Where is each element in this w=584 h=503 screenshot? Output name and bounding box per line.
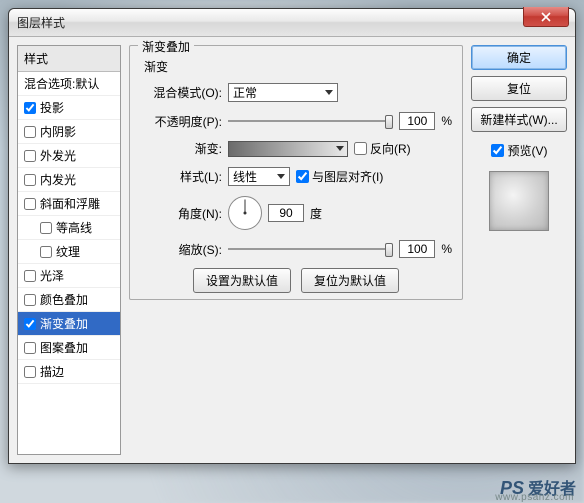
style-checkbox[interactable] [24,150,36,162]
ok-button[interactable]: 确定 [471,45,567,70]
style-item-label: 投影 [40,99,64,116]
style-checkbox[interactable] [24,342,36,354]
style-item-label: 外发光 [40,147,76,164]
style-dropdown[interactable]: 线性 [228,167,290,186]
style-checkbox[interactable] [24,294,36,306]
style-item[interactable]: 颜色叠加 [18,288,120,312]
chevron-down-icon [336,146,344,151]
scale-label: 缩放(S): [140,241,222,258]
align-checkbox[interactable] [296,170,309,183]
angle-label: 角度(N): [140,205,222,222]
reverse-checkbox-label[interactable]: 反向(R) [354,140,411,157]
dialog-title: 图层样式 [17,14,65,31]
style-checkbox[interactable] [24,270,36,282]
titlebar[interactable]: 图层样式 [9,9,575,37]
style-checkbox[interactable] [24,318,36,330]
preview-label: 预览(V) [508,142,548,159]
style-item[interactable]: 描边 [18,360,120,384]
style-item-label: 等高线 [56,219,92,236]
align-checkbox-label[interactable]: 与图层对齐(I) [296,168,383,185]
chevron-down-icon [277,174,285,179]
style-item-label: 光泽 [40,267,64,284]
styles-list: 样式 混合选项:默认 投影内阴影外发光内发光斜面和浮雕等高线纹理光泽颜色叠加渐变… [17,45,121,455]
style-checkbox[interactable] [24,366,36,378]
style-item[interactable]: 内阴影 [18,120,120,144]
opacity-unit: % [441,114,452,128]
watermark-url: www.psahz.com [495,492,574,503]
style-item-label: 图案叠加 [40,339,88,356]
scale-unit: % [441,242,452,256]
panel-sublabel: 渐变 [144,58,452,75]
opacity-label: 不透明度(P): [140,113,222,130]
style-item-label: 纹理 [56,243,80,260]
reverse-checkbox[interactable] [354,142,367,155]
style-item-label: 内阴影 [40,123,76,140]
reset-default-button[interactable]: 复位为默认值 [301,268,399,293]
style-label: 样式(L): [140,168,222,185]
preview-swatch [489,171,549,231]
style-checkbox[interactable] [24,174,36,186]
blend-mode-dropdown[interactable]: 正常 [228,83,338,102]
style-checkbox[interactable] [24,198,36,210]
new-style-button[interactable]: 新建样式(W)... [471,107,567,132]
style-item[interactable]: 纹理 [18,240,120,264]
style-item[interactable]: 等高线 [18,216,120,240]
style-checkbox[interactable] [40,246,52,258]
blend-mode-label: 混合模式(O): [140,84,222,101]
style-item[interactable]: 内发光 [18,168,120,192]
scale-slider[interactable] [228,241,393,257]
close-button[interactable] [523,7,569,27]
opacity-input[interactable] [399,112,435,130]
scale-input[interactable] [399,240,435,258]
angle-dial[interactable] [228,196,262,230]
settings-panel: 渐变叠加 渐变 混合模式(O): 正常 不透明度(P): % 渐变: [129,45,463,455]
right-buttons: 确定 复位 新建样式(W)... 预览(V) [471,45,567,455]
opacity-slider[interactable] [228,113,393,129]
style-item[interactable]: 图案叠加 [18,336,120,360]
style-checkbox[interactable] [24,102,36,114]
angle-unit: 度 [310,205,322,222]
style-item-label: 渐变叠加 [40,315,88,332]
styles-header: 样式 [18,46,120,72]
make-default-button[interactable]: 设置为默认值 [193,268,291,293]
panel-legend: 渐变叠加 [138,38,194,55]
style-item-label: 描边 [40,363,64,380]
style-item-label: 斜面和浮雕 [40,195,100,212]
style-checkbox[interactable] [40,222,52,234]
layer-style-dialog: 图层样式 样式 混合选项:默认 投影内阴影外发光内发光斜面和浮雕等高线纹理光泽颜… [8,8,576,464]
style-item[interactable]: 渐变叠加 [18,312,120,336]
style-item-label: 颜色叠加 [40,291,88,308]
preview-checkbox[interactable] [491,144,504,157]
style-checkbox[interactable] [24,126,36,138]
style-item[interactable]: 投影 [18,96,120,120]
cancel-button[interactable]: 复位 [471,76,567,101]
angle-input[interactable] [268,204,304,222]
blend-options-row[interactable]: 混合选项:默认 [18,72,120,96]
gradient-picker[interactable] [228,141,348,157]
style-item[interactable]: 斜面和浮雕 [18,192,120,216]
close-icon [541,12,551,22]
chevron-down-icon [325,90,333,95]
style-item[interactable]: 外发光 [18,144,120,168]
style-item-label: 内发光 [40,171,76,188]
style-item[interactable]: 光泽 [18,264,120,288]
gradient-label: 渐变: [140,140,222,157]
